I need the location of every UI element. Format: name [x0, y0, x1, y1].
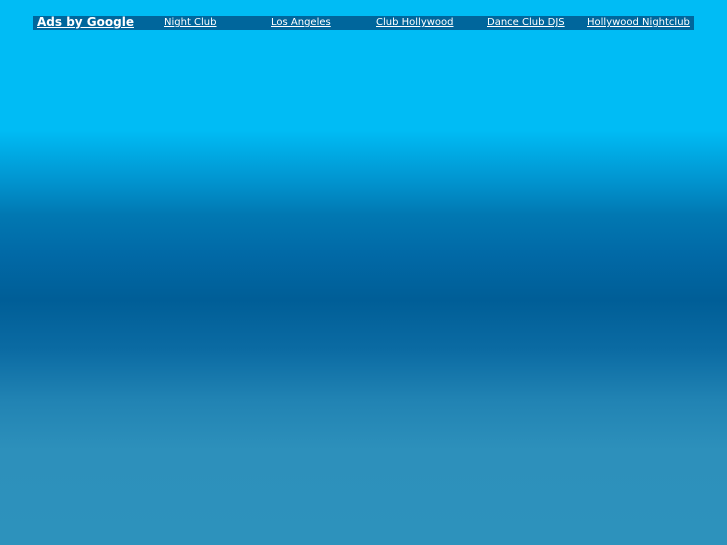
ads-bar: Ads by Google Night Club Los Angeles Clu… — [33, 15, 694, 30]
ad-link-hollywood-nightclub[interactable]: Hollywood Nightclub — [587, 17, 690, 28]
ad-link-dance-club-djs[interactable]: Dance Club DJS — [487, 17, 565, 28]
ad-link-night-club[interactable]: Night Club — [164, 17, 217, 28]
ad-link-los-angeles[interactable]: Los Angeles — [271, 17, 331, 28]
ad-link-club-hollywood[interactable]: Club Hollywood — [376, 17, 454, 28]
ads-by-google-link[interactable]: Ads by Google — [37, 15, 134, 29]
